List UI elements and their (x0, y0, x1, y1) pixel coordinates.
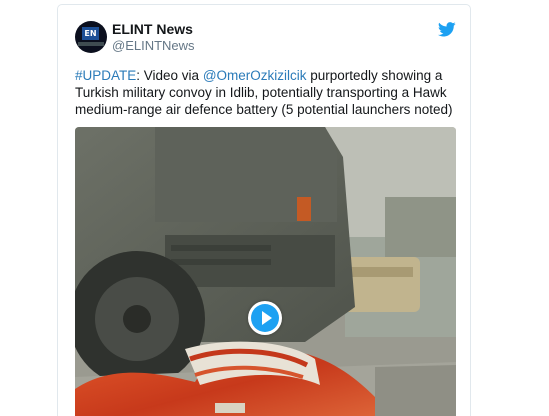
tweet-card[interactable]: EN ELINT News @ELINTNews #UPDATE: Video … (57, 4, 471, 416)
avatar-caption-bar (78, 42, 104, 46)
hashtag-link[interactable]: #UPDATE (75, 68, 136, 83)
tweet-text-part1: : Video via (136, 68, 203, 83)
mention-link[interactable]: @OmerOzkizilcik (203, 68, 307, 83)
video-player[interactable] (75, 127, 456, 416)
play-button[interactable] (248, 301, 282, 335)
twitter-bird-icon[interactable] (438, 22, 456, 37)
tweet-text: #UPDATE: Video via @OmerOzkizilcik purpo… (75, 67, 460, 118)
play-button-circle (251, 304, 279, 332)
video-thumbnail (75, 127, 456, 416)
page: EN ELINT News @ELINTNews #UPDATE: Video … (0, 0, 549, 416)
author-handle[interactable]: @ELINTNews (112, 38, 195, 54)
avatar-logo: EN (82, 27, 99, 40)
avatar[interactable]: EN (75, 21, 107, 53)
play-icon (262, 311, 272, 325)
author-name[interactable]: ELINT News (112, 21, 193, 38)
